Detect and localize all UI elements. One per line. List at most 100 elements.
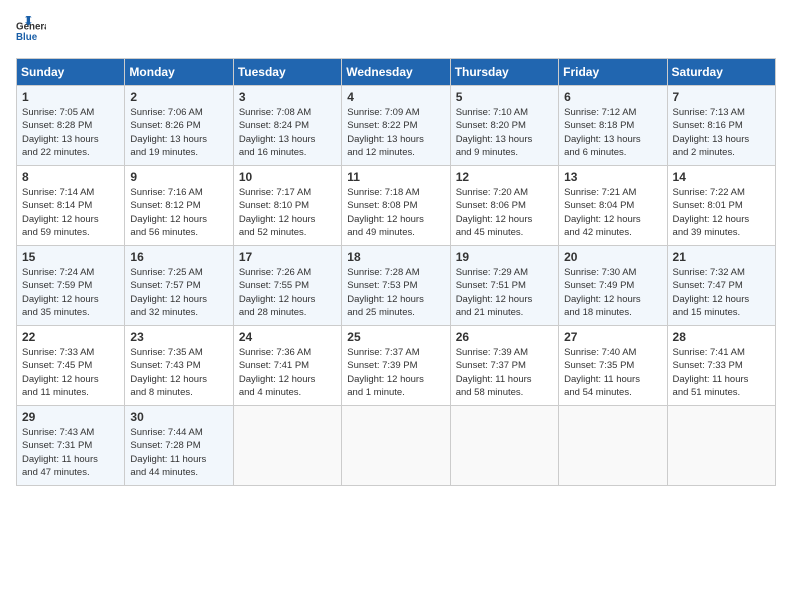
day-number: 8 [22,170,119,184]
calendar-cell: 23 Sunrise: 7:35 AMSunset: 7:43 PMDayligh… [125,326,233,406]
day-number: 6 [564,90,661,104]
calendar-cell [559,406,667,486]
cell-content: Sunrise: 7:39 AMSunset: 7:37 PMDaylight:… [456,346,553,399]
logo-icon: General Blue [16,16,46,46]
cell-content: Sunrise: 7:41 AMSunset: 7:33 PMDaylight:… [673,346,770,399]
day-number: 23 [130,330,227,344]
day-number: 21 [673,250,770,264]
calendar-cell: 30 Sunrise: 7:44 AMSunset: 7:28 PMDayligh… [125,406,233,486]
cell-content: Sunrise: 7:05 AMSunset: 8:28 PMDaylight:… [22,106,119,159]
cell-content: Sunrise: 7:35 AMSunset: 7:43 PMDaylight:… [130,346,227,399]
calendar-cell: 3 Sunrise: 7:08 AMSunset: 8:24 PMDaylight… [233,86,341,166]
calendar-cell: 15Sunrise: 7:24 AMSunset: 7:59 PMDayligh… [17,246,125,326]
col-header-wednesday: Wednesday [342,59,450,86]
cell-content: Sunrise: 7:29 AMSunset: 7:51 PMDaylight:… [456,266,553,319]
col-header-friday: Friday [559,59,667,86]
svg-text:Blue: Blue [16,32,38,43]
calendar-cell: 12 Sunrise: 7:20 AMSunset: 8:06 PMDayligh… [450,166,558,246]
day-number: 26 [456,330,553,344]
cell-content: Sunrise: 7:20 AMSunset: 8:06 PMDaylight:… [456,186,553,239]
cell-content: Sunrise: 7:25 AMSunset: 7:57 PMDaylight:… [130,266,227,319]
day-number: 7 [673,90,770,104]
calendar-week-row: 1 Sunrise: 7:05 AMSunset: 8:28 PMDaylight… [17,86,776,166]
day-number: 1 [22,90,119,104]
calendar-week-row: 8 Sunrise: 7:14 AMSunset: 8:14 PMDaylight… [17,166,776,246]
day-number: 22 [22,330,119,344]
cell-content: Sunrise: 7:09 AMSunset: 8:22 PMDaylight:… [347,106,444,159]
calendar-cell: 1 Sunrise: 7:05 AMSunset: 8:28 PMDaylight… [17,86,125,166]
cell-content: Sunrise: 7:24 AMSunset: 7:59 PMDaylight:… [22,266,119,319]
svg-text:General: General [16,22,46,33]
day-number: 19 [456,250,553,264]
calendar-cell: 9Sunrise: 7:16 AMSunset: 8:12 PMDaylight… [125,166,233,246]
calendar-cell: 2Sunrise: 7:06 AMSunset: 8:26 PMDaylight… [125,86,233,166]
day-number: 5 [456,90,553,104]
day-number: 30 [130,410,227,424]
calendar-table: SundayMondayTuesdayWednesdayThursdayFrid… [16,58,776,486]
cell-content: Sunrise: 7:30 AMSunset: 7:49 PMDaylight:… [564,266,661,319]
day-number: 16 [130,250,227,264]
day-number: 24 [239,330,336,344]
day-number: 9 [130,170,227,184]
day-number: 3 [239,90,336,104]
cell-content: Sunrise: 7:43 AMSunset: 7:31 PMDaylight:… [22,426,119,479]
calendar-cell: 21 Sunrise: 7:32 AMSunset: 7:47 PMDayligh… [667,246,775,326]
day-number: 20 [564,250,661,264]
day-number: 10 [239,170,336,184]
page-header: General Blue [16,16,776,46]
day-number: 11 [347,170,444,184]
calendar-cell [450,406,558,486]
cell-content: Sunrise: 7:18 AMSunset: 8:08 PMDaylight:… [347,186,444,239]
day-number: 4 [347,90,444,104]
day-number: 28 [673,330,770,344]
cell-content: Sunrise: 7:32 AMSunset: 7:47 PMDaylight:… [673,266,770,319]
cell-content: Sunrise: 7:28 AMSunset: 7:53 PMDaylight:… [347,266,444,319]
cell-content: Sunrise: 7:21 AMSunset: 8:04 PMDaylight:… [564,186,661,239]
col-header-tuesday: Tuesday [233,59,341,86]
cell-content: Sunrise: 7:08 AMSunset: 8:24 PMDaylight:… [239,106,336,159]
calendar-cell: 26 Sunrise: 7:39 AMSunset: 7:37 PMDayligh… [450,326,558,406]
calendar-cell: 11 Sunrise: 7:18 AMSunset: 8:08 PMDayligh… [342,166,450,246]
calendar-cell [667,406,775,486]
day-number: 18 [347,250,444,264]
calendar-header-row: SundayMondayTuesdayWednesdayThursdayFrid… [17,59,776,86]
calendar-cell: 5Sunrise: 7:10 AMSunset: 8:20 PMDaylight… [450,86,558,166]
calendar-cell: 17Sunrise: 7:26 AMSunset: 7:55 PMDayligh… [233,246,341,326]
calendar-cell: 29 Sunrise: 7:43 AMSunset: 7:31 PMDayligh… [17,406,125,486]
day-number: 17 [239,250,336,264]
calendar-cell: 6Sunrise: 7:12 AMSunset: 8:18 PMDaylight… [559,86,667,166]
calendar-week-row: 29 Sunrise: 7:43 AMSunset: 7:31 PMDayligh… [17,406,776,486]
day-number: 27 [564,330,661,344]
cell-content: Sunrise: 7:22 AMSunset: 8:01 PMDaylight:… [673,186,770,239]
day-number: 13 [564,170,661,184]
col-header-thursday: Thursday [450,59,558,86]
calendar-cell: 27 Sunrise: 7:40 AMSunset: 7:35 PMDayligh… [559,326,667,406]
calendar-cell: 13 Sunrise: 7:21 AMSunset: 8:04 PMDayligh… [559,166,667,246]
calendar-cell: 10Sunrise: 7:17 AMSunset: 8:10 PMDayligh… [233,166,341,246]
col-header-sunday: Sunday [17,59,125,86]
day-number: 14 [673,170,770,184]
calendar-cell: 7 Sunrise: 7:13 AMSunset: 8:16 PMDaylight… [667,86,775,166]
calendar-cell: 24 Sunrise: 7:36 AMSunset: 7:41 PMDayligh… [233,326,341,406]
logo: General Blue [16,16,50,46]
col-header-saturday: Saturday [667,59,775,86]
calendar-cell: 18 Sunrise: 7:28 AMSunset: 7:53 PMDayligh… [342,246,450,326]
calendar-cell: 22 Sunrise: 7:33 AMSunset: 7:45 PMDayligh… [17,326,125,406]
day-number: 29 [22,410,119,424]
day-number: 25 [347,330,444,344]
cell-content: Sunrise: 7:14 AMSunset: 8:14 PMDaylight:… [22,186,119,239]
calendar-week-row: 15Sunrise: 7:24 AMSunset: 7:59 PMDayligh… [17,246,776,326]
calendar-cell: 14 Sunrise: 7:22 AMSunset: 8:01 PMDayligh… [667,166,775,246]
calendar-cell: 28 Sunrise: 7:41 AMSunset: 7:33 PMDayligh… [667,326,775,406]
calendar-cell: 16 Sunrise: 7:25 AMSunset: 7:57 PMDayligh… [125,246,233,326]
cell-content: Sunrise: 7:37 AMSunset: 7:39 PMDaylight:… [347,346,444,399]
cell-content: Sunrise: 7:44 AMSunset: 7:28 PMDaylight:… [130,426,227,479]
day-number: 2 [130,90,227,104]
cell-content: Sunrise: 7:13 AMSunset: 8:16 PMDaylight:… [673,106,770,159]
day-number: 12 [456,170,553,184]
cell-content: Sunrise: 7:40 AMSunset: 7:35 PMDaylight:… [564,346,661,399]
calendar-cell [233,406,341,486]
cell-content: Sunrise: 7:33 AMSunset: 7:45 PMDaylight:… [22,346,119,399]
cell-content: Sunrise: 7:36 AMSunset: 7:41 PMDaylight:… [239,346,336,399]
calendar-week-row: 22 Sunrise: 7:33 AMSunset: 7:45 PMDayligh… [17,326,776,406]
